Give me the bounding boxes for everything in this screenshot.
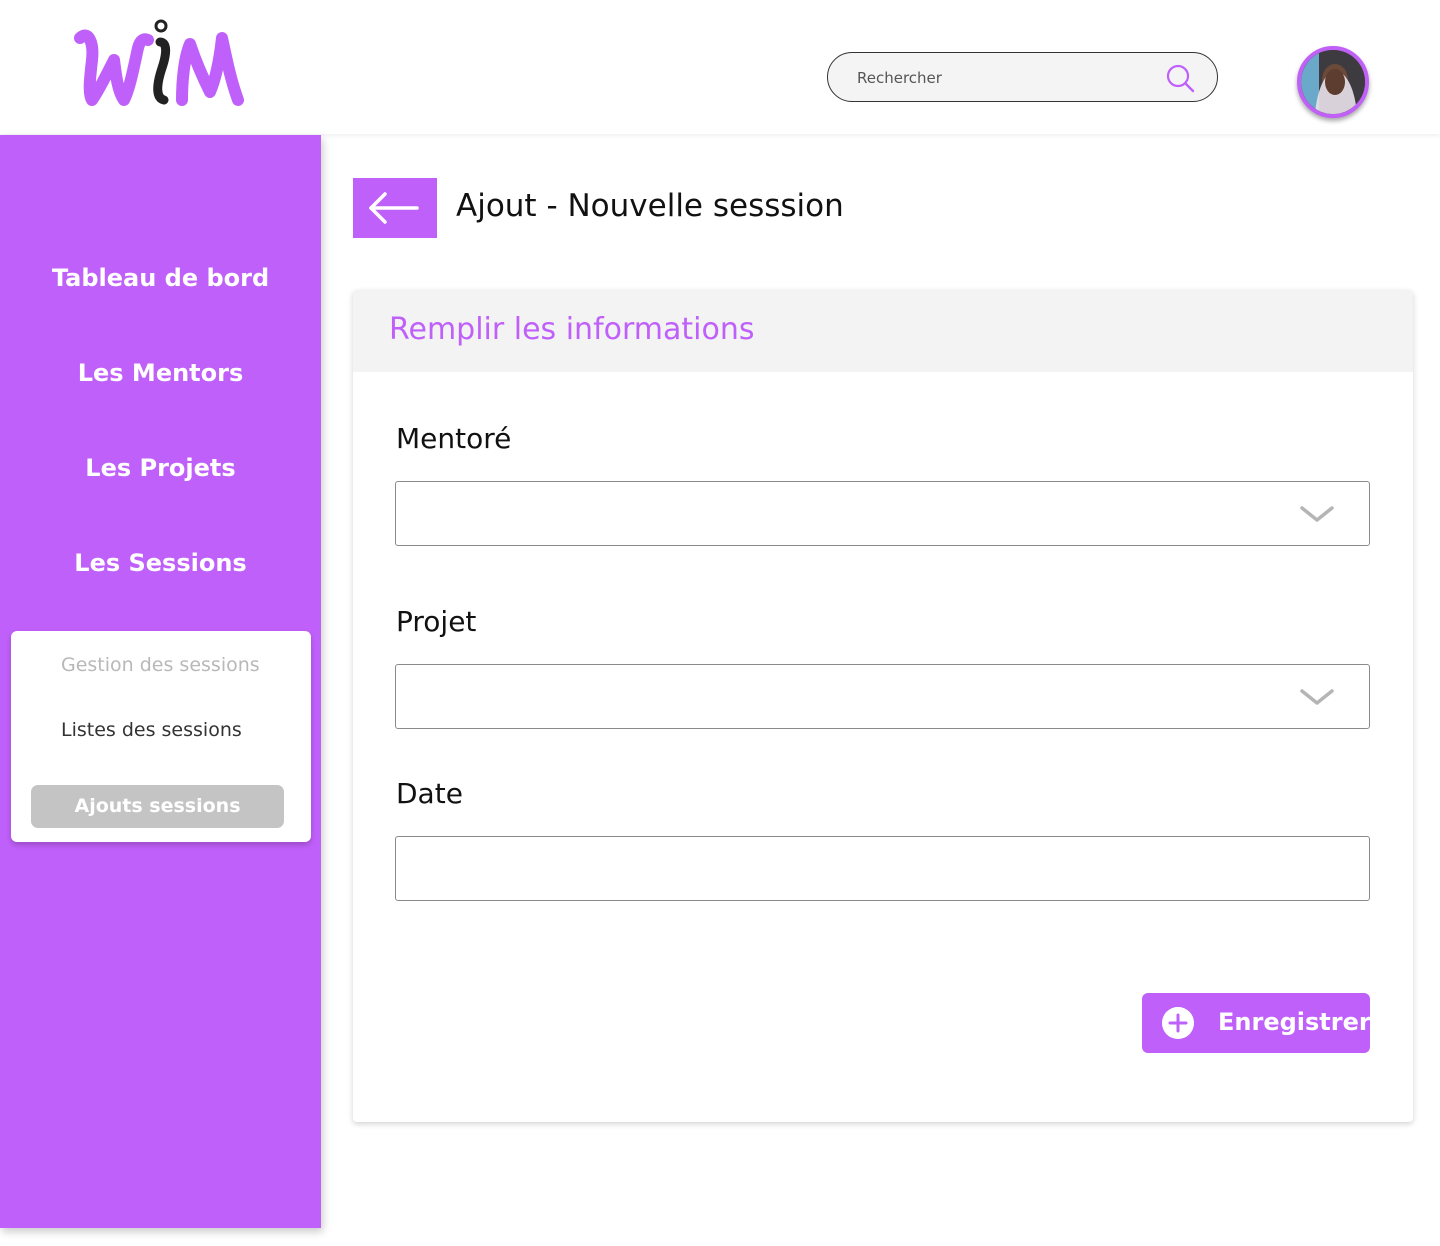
brand-logo[interactable] xyxy=(70,12,250,112)
avatar-photo-icon xyxy=(1301,50,1365,114)
sidebar-item-sessions[interactable]: Les Sessions xyxy=(0,549,321,577)
projet-label: Projet xyxy=(396,605,477,638)
search-bar[interactable]: Rechercher xyxy=(827,52,1218,102)
search-icon[interactable] xyxy=(1165,63,1195,93)
sidebar: Tableau de bord Les Mentors Les Projets … xyxy=(0,135,321,1228)
search-input[interactable]: Rechercher xyxy=(857,69,942,87)
date-label: Date xyxy=(396,777,463,810)
sidebar-item-projects[interactable]: Les Projets xyxy=(0,454,321,482)
back-button[interactable] xyxy=(353,178,437,238)
chevron-down-icon xyxy=(1300,506,1334,522)
chevron-down-icon xyxy=(1300,689,1334,705)
form-card-header: Remplir les informations xyxy=(353,290,1413,372)
wim-logo-icon xyxy=(74,19,244,106)
back-arrow-icon xyxy=(369,192,419,224)
save-button-label: Enregistrer xyxy=(1218,1008,1371,1036)
form-card-title: Remplir les informations xyxy=(389,312,755,347)
mentore-label: Mentoré xyxy=(396,422,512,455)
mentore-select[interactable] xyxy=(395,481,1370,546)
page-title: Ajout - Nouvelle sesssion xyxy=(456,188,844,224)
submenu-item-add-sessions[interactable]: Ajouts sessions xyxy=(31,785,284,828)
sessions-submenu: Gestion des sessions Listes des sessions… xyxy=(11,631,311,842)
save-button[interactable]: Enregistrer xyxy=(1142,993,1371,1053)
sidebar-item-dashboard[interactable]: Tableau de bord xyxy=(0,264,321,292)
plus-circle-icon xyxy=(1162,1007,1194,1039)
date-input[interactable] xyxy=(395,836,1370,901)
submenu-title: Gestion des sessions xyxy=(61,654,260,676)
submenu-item-list-sessions[interactable]: Listes des sessions xyxy=(61,719,242,741)
form-card: Remplir les informations Mentoré Projet … xyxy=(353,290,1413,1122)
sidebar-item-mentors[interactable]: Les Mentors xyxy=(0,359,321,387)
user-avatar[interactable] xyxy=(1297,46,1369,118)
projet-select[interactable] xyxy=(395,664,1370,729)
top-header: Rechercher xyxy=(0,0,1440,134)
